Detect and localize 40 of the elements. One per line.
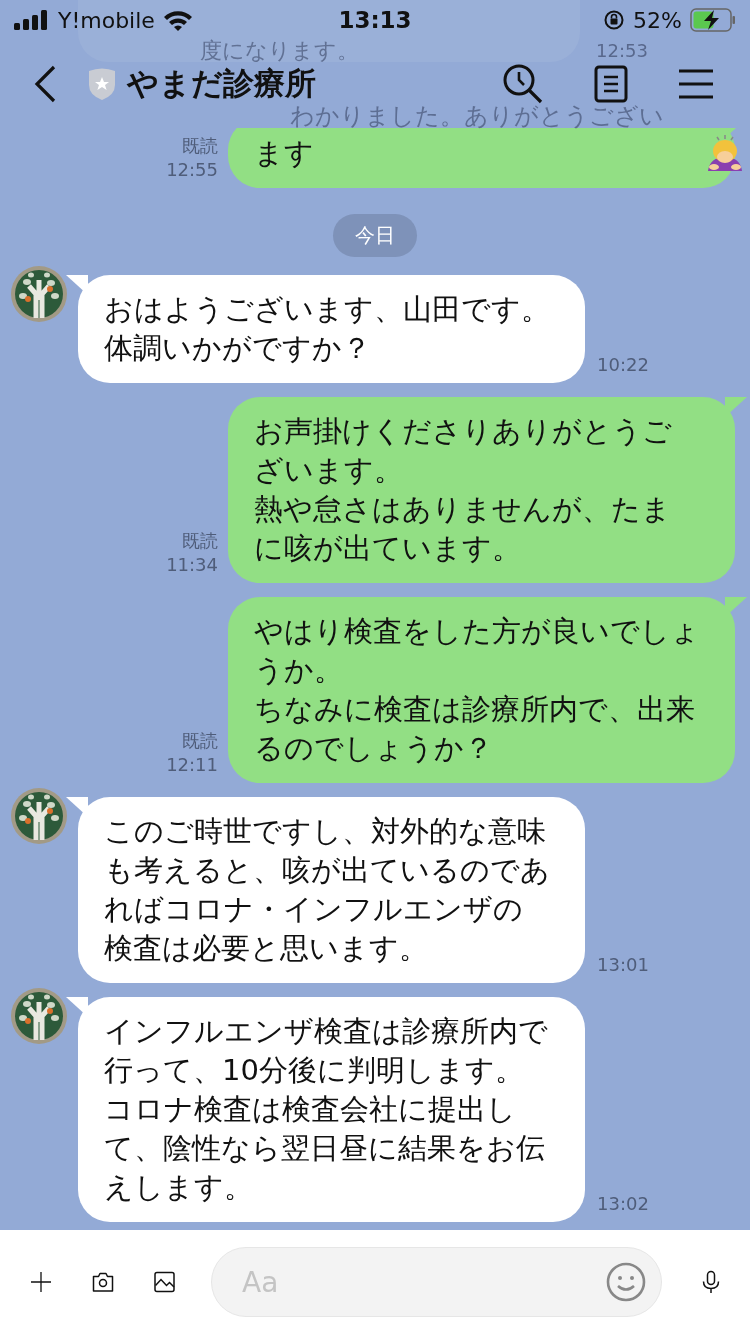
battery-percent: 52% xyxy=(633,7,682,33)
tree-avatar-icon xyxy=(11,266,67,322)
carrier-name: Y!mobile xyxy=(58,7,155,33)
message-time: 11:34 xyxy=(166,553,218,577)
message-text: 熱や怠さはありませんが、たまに咳が出ています。 xyxy=(254,491,672,567)
message-text: 体調いかがですか？ xyxy=(104,330,372,367)
date-separator: 今日 xyxy=(333,214,417,257)
message-time: 13:02 xyxy=(597,1192,649,1216)
read-receipt: 既読 xyxy=(182,729,218,753)
message-time: 12:55 xyxy=(166,158,218,182)
faded-message-text: わかりました。ありがとうござい xyxy=(290,101,664,132)
message-text: お声掛けくださりありがとうございます。 xyxy=(254,413,673,489)
menu-icon[interactable] xyxy=(678,69,714,99)
read-receipt: 既読 xyxy=(182,134,218,158)
wifi-icon xyxy=(162,9,193,31)
message-text: コロナ検査は検査会社に提出して、陰性なら翌日昼に結果をお伝えします。 xyxy=(104,1091,546,1206)
notes-icon[interactable] xyxy=(594,65,628,103)
message-text: ちなみに検査は診療所内で、出来るのでしょうか？ xyxy=(254,691,696,767)
back-icon[interactable] xyxy=(33,65,57,103)
tree-avatar-icon xyxy=(11,788,67,844)
read-receipt: 既読 xyxy=(182,529,218,553)
message-text: ます xyxy=(254,134,315,172)
shield-icon xyxy=(87,67,117,101)
status-time: 13:13 xyxy=(338,7,412,33)
message-time: 10:22 xyxy=(597,353,649,377)
rotation-lock-icon xyxy=(603,9,626,31)
faded-message-text: 度になります。 xyxy=(200,37,359,65)
search-icon[interactable] xyxy=(502,63,544,105)
message-time: 12:11 xyxy=(166,753,218,777)
message-text: このご時世ですし、対外的な意味も考えると、咳が出ているのであればコロナ・インフルエンザの検査は必要と思います。 xyxy=(104,813,551,967)
smiley-icon[interactable] xyxy=(606,1262,646,1302)
battery-charging-icon xyxy=(690,8,736,32)
faded-timestamp: 12:53 xyxy=(596,40,648,61)
message-text: おはようございます、山田です。 xyxy=(104,291,551,328)
message-time: 13:01 xyxy=(597,953,649,977)
chat-title: やまだ診療所 xyxy=(127,64,316,103)
message-text: インフルエンザ検査は診療所内で行って、10分後に判明します。 xyxy=(104,1013,549,1089)
message-text: やはり検査をした方が良いでしょうか。 xyxy=(254,613,701,689)
tree-avatar-icon xyxy=(11,988,67,1044)
signal-icon xyxy=(14,10,50,30)
